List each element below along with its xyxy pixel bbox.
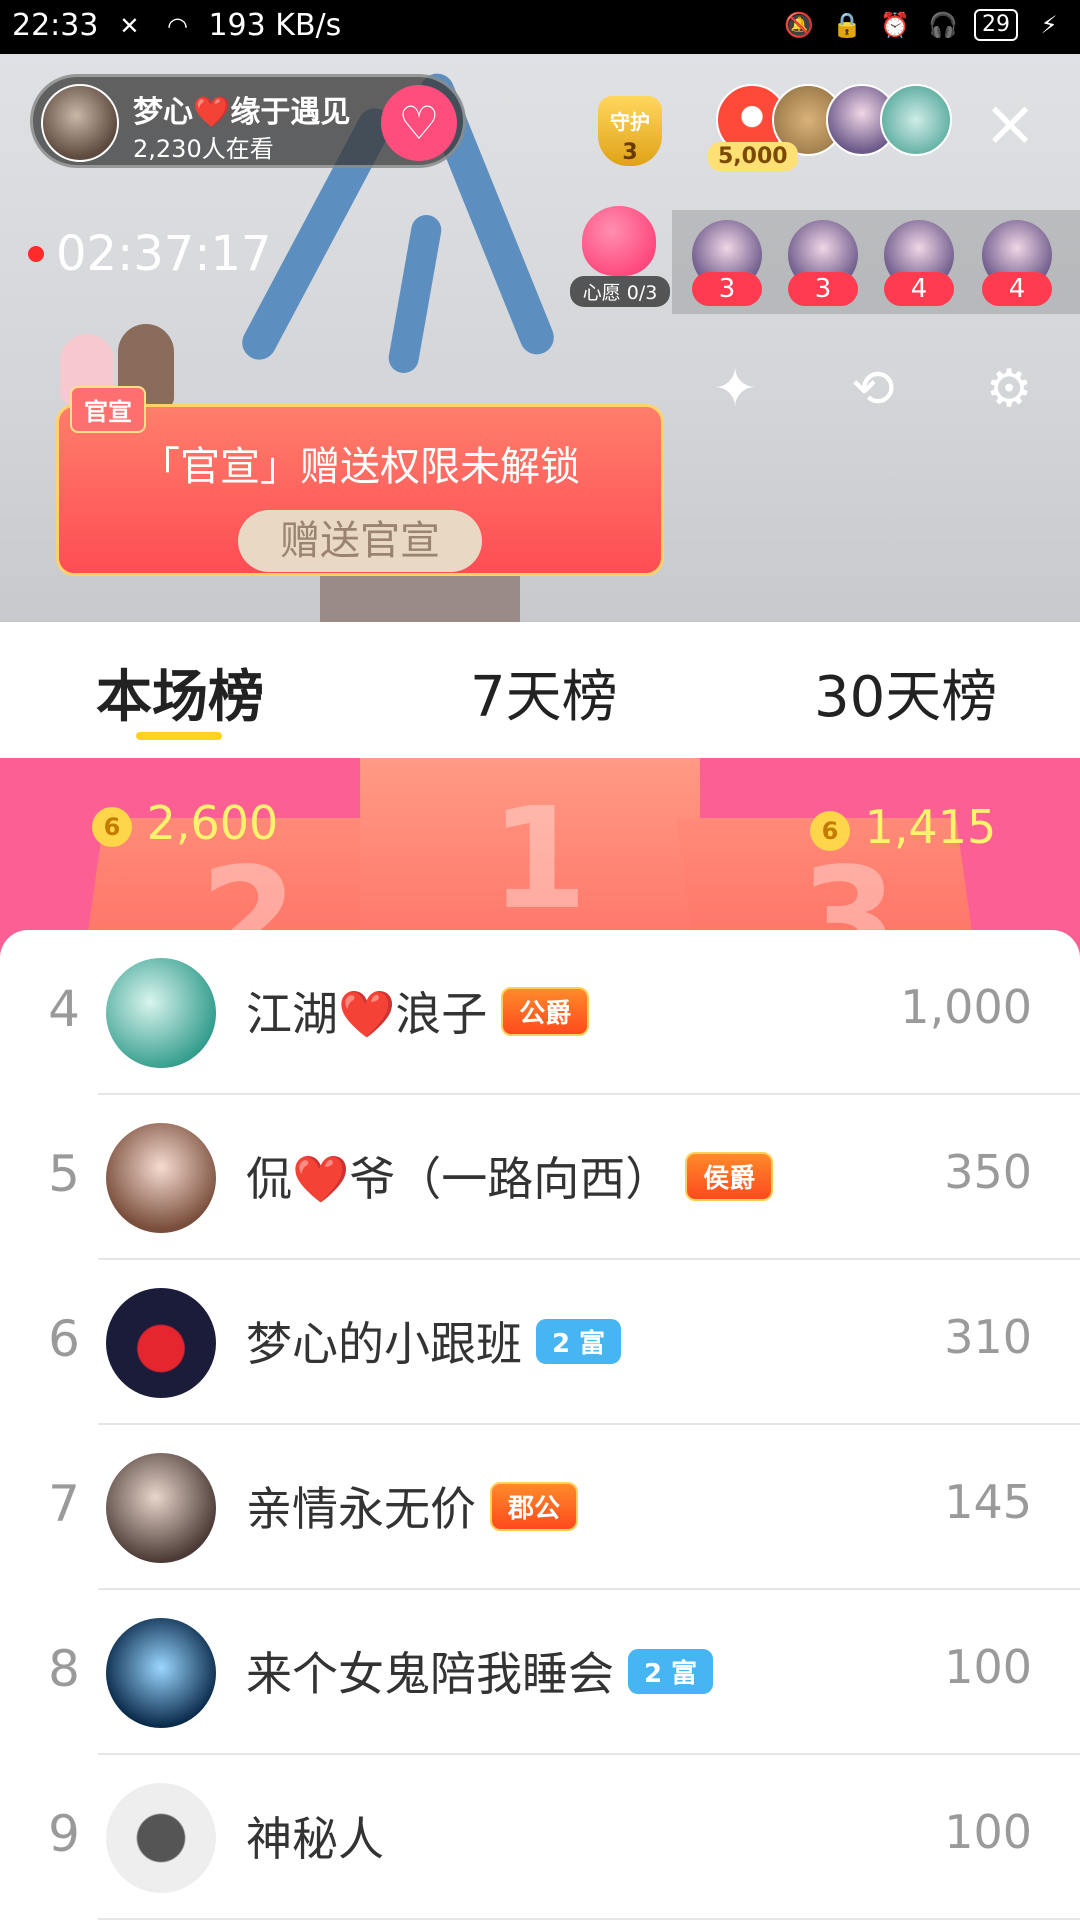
ranking-list: 4 江湖❤️浪子 公爵 1,000 5 侃❤️爷（一路向西） 侯爵 350 6 … <box>0 930 1080 1920</box>
user-score: 100 <box>944 1805 1032 1859</box>
user-name-line: 来个女鬼陪我睡会 2 富 <box>246 1638 714 1704</box>
user-score: 1,000 <box>900 980 1032 1034</box>
podium-first-number: 1 <box>490 778 588 941</box>
tab-7-days[interactable]: 7天榜 <box>470 652 618 733</box>
user-name: 梦心的小跟班 <box>246 1317 522 1371</box>
recording-dot-icon <box>28 246 44 262</box>
mute-icon: 🔕 <box>784 11 814 39</box>
user-name: 侃❤️爷（一路向西） <box>246 1152 672 1206</box>
user-name: 来个女鬼陪我睡会 <box>246 1647 614 1701</box>
timer-text: 02:37:17 <box>56 226 272 282</box>
viewer-badge: 3 <box>692 272 762 306</box>
guard-label: 守护 <box>610 110 650 134</box>
settings-gear-icon[interactable]: ⚙ <box>974 354 1044 424</box>
list-item[interactable]: 6 梦心的小跟班 2 富 310 <box>0 1260 1080 1425</box>
active-tab-indicator <box>136 732 222 740</box>
antler-decoration <box>386 212 444 376</box>
rank-badge: 郡公 <box>490 1481 579 1531</box>
user-name: 江湖❤️浪子 <box>246 987 488 1041</box>
user-score: 100 <box>944 1640 1032 1694</box>
user-name-line: 梦心的小跟班 2 富 <box>246 1308 622 1374</box>
guard-badge[interactable]: 守护 3 <box>588 84 672 180</box>
user-score: 350 <box>944 1145 1032 1199</box>
user-name-line: 亲情永无价 郡公 <box>246 1473 579 1539</box>
avatar[interactable] <box>106 1618 216 1728</box>
list-item[interactable]: 4 江湖❤️浪子 公爵 1,000 <box>0 930 1080 1095</box>
list-item[interactable]: 7 亲情永无价 郡公 145 <box>0 1425 1080 1590</box>
viewer-count: 2,230人在看 <box>133 135 274 163</box>
user-score: 145 <box>944 1475 1032 1529</box>
rank-number: 4 <box>48 980 80 1038</box>
user-name-line: 神秘人 <box>246 1803 384 1869</box>
list-item[interactable]: 9 神秘人 100 <box>0 1755 1080 1920</box>
rank-number: 6 <box>48 1310 80 1368</box>
rank-badge: 2 富 <box>536 1318 622 1364</box>
rank-number: 5 <box>48 1145 80 1203</box>
avatar[interactable] <box>106 1123 216 1233</box>
promo-text: 「官宣」赠送权限未解锁 <box>140 444 580 490</box>
follow-heart-icon[interactable]: ♡ <box>381 85 457 161</box>
wifi-icon: ◠ <box>166 11 188 40</box>
beauty-wand-icon[interactable]: ✦ <box>700 354 770 424</box>
rank-badge: 2 富 <box>628 1648 714 1694</box>
headphones-icon: 🎧 <box>928 11 958 39</box>
host-info[interactable]: 梦心❤️缘于遇见 2,230人在看 ♡ <box>30 74 466 168</box>
coin-icon: 6 <box>92 806 132 847</box>
user-name-line: 侃❤️爷（一路向西） 侯爵 <box>246 1143 774 1209</box>
status-bar-left: 22:33 ✕ ◠ 193 KB/s <box>12 8 341 43</box>
top-fan-coins: 5,000 <box>708 142 798 171</box>
charging-icon: ⚡ <box>1040 11 1058 39</box>
rank-number: 7 <box>48 1475 80 1533</box>
tab-30-days[interactable]: 30天榜 <box>814 652 997 733</box>
second-coins: 2,600 <box>146 796 279 850</box>
user-score: 310 <box>944 1310 1032 1364</box>
host-avatar[interactable] <box>41 84 119 162</box>
clock: 22:33 <box>12 8 99 43</box>
tab-current[interactable]: 本场榜 <box>96 652 264 733</box>
top-fans[interactable]: 5,000 <box>708 84 956 194</box>
notification-x-icon: ✕ <box>119 11 140 40</box>
viewer-badge: 4 <box>982 272 1052 306</box>
avatar[interactable] <box>106 958 216 1068</box>
user-name: 神秘人 <box>246 1812 384 1866</box>
promo-tag: 官宣 <box>70 386 146 433</box>
guard-count: 3 <box>622 140 638 165</box>
podium-second-value: 6 2,600 <box>92 796 278 850</box>
wish-button[interactable]: 心愿 0/3 <box>570 206 670 316</box>
fan-avatar[interactable] <box>880 84 952 156</box>
podium-third-value: 6 1,415 <box>810 800 996 854</box>
live-timer: 02:37:17 <box>28 226 272 282</box>
status-bar: 22:33 ✕ ◠ 193 KB/s 🔕 🔒 ⏰ 🎧 29 ⚡ <box>0 0 1080 54</box>
wish-heart-icon <box>582 206 656 276</box>
ranking-tabs: 本场榜 7天榜 30天榜 <box>0 622 1080 758</box>
rank-number: 9 <box>48 1805 80 1863</box>
user-name: 亲情永无价 <box>246 1482 476 1536</box>
promo-send-button[interactable]: 赠送官宣 <box>238 510 482 572</box>
status-bar-right: 🔕 🔒 ⏰ 🎧 29 ⚡ <box>782 8 1066 42</box>
viewer-strip: 3 3 4 4 <box>672 210 1080 314</box>
rank-badge: 侯爵 <box>685 1151 774 1201</box>
live-video[interactable]: 梦心❤️缘于遇见 2,230人在看 ♡ 守护 3 5,000 × 02:37:1… <box>0 54 1080 622</box>
switch-camera-icon[interactable]: ⟲ <box>838 354 908 424</box>
viewer-badge: 4 <box>884 272 954 306</box>
rank-badge: 公爵 <box>501 986 590 1036</box>
battery-icon: 29 <box>974 9 1018 41</box>
coin-icon: 6 <box>810 810 850 851</box>
lock-icon: 🔒 <box>832 11 862 39</box>
third-coins: 1,415 <box>864 800 997 854</box>
viewer-badge: 3 <box>788 272 858 306</box>
list-item[interactable]: 8 来个女鬼陪我睡会 2 富 100 <box>0 1590 1080 1755</box>
top-three-podium: 2 1 3 6 2,600 6 1,415 <box>0 758 1080 958</box>
network-speed: 193 KB/s <box>208 8 342 43</box>
wish-label: 心愿 0/3 <box>570 276 670 307</box>
alarm-icon: ⏰ <box>880 11 910 39</box>
user-name-line: 江湖❤️浪子 公爵 <box>246 978 590 1044</box>
list-item[interactable]: 5 侃❤️爷（一路向西） 侯爵 350 <box>0 1095 1080 1260</box>
rank-number: 8 <box>48 1640 80 1698</box>
host-name: 梦心❤️缘于遇见 <box>133 95 351 130</box>
mystery-person-icon[interactable] <box>106 1783 216 1893</box>
close-icon[interactable]: × <box>980 92 1040 156</box>
avatar[interactable] <box>106 1288 216 1398</box>
avatar[interactable] <box>106 1453 216 1563</box>
